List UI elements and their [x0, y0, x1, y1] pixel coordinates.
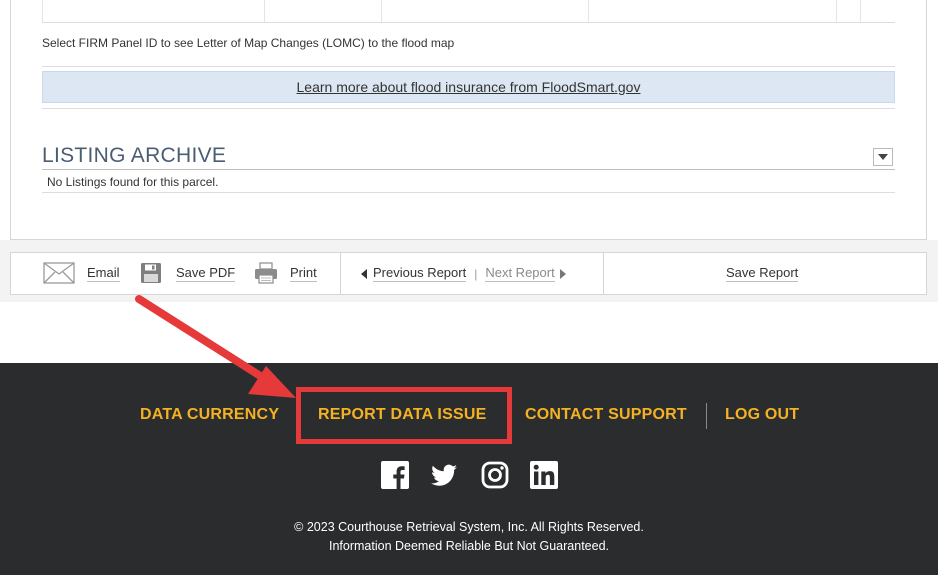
divider: [42, 192, 895, 193]
instagram-icon[interactable]: [481, 461, 509, 489]
print-label: Print: [290, 264, 317, 282]
floppy-disk-icon: [141, 263, 161, 283]
envelope-icon: [43, 262, 75, 284]
toolbar-divider: [603, 253, 604, 294]
chevron-down-icon: [878, 154, 888, 160]
save-pdf-button[interactable]: Save PDF: [140, 262, 236, 284]
disclaimer-line: Information Deemed Reliable But Not Guar…: [328, 539, 610, 553]
printer-icon: [255, 262, 277, 284]
save-report-button[interactable]: Save Report: [726, 265, 799, 282]
report-pager: Previous Report | Next Report: [361, 265, 566, 282]
facebook-icon[interactable]: [381, 461, 409, 489]
next-report-link[interactable]: Next Report: [485, 265, 555, 282]
listing-archive-toggle[interactable]: [873, 148, 893, 166]
site-footer: DATA CURRENCY REPORT DATA ISSUE CONTACT …: [0, 363, 938, 575]
email-button[interactable]: Email: [43, 262, 120, 284]
floodsmart-banner: Learn more about flood insurance from Fl…: [42, 71, 895, 103]
report-toolbar: Email Save PDF Print Previous Report | N…: [10, 252, 927, 295]
divider: [42, 22, 895, 23]
previous-report-link[interactable]: Previous Report: [373, 265, 467, 282]
footer-link-report-data-issue[interactable]: REPORT DATA ISSUE: [318, 406, 486, 424]
toolbar-divider: [340, 253, 341, 294]
save-pdf-label: Save PDF: [176, 264, 236, 282]
floodsmart-link[interactable]: Learn more about flood insurance from Fl…: [297, 79, 641, 95]
copyright-text: © 2023 Courthouse Retrieval System, Inc.…: [0, 518, 938, 556]
footer-link-contact-support[interactable]: CONTACT SUPPORT: [525, 406, 687, 424]
footer-link-data-currency[interactable]: DATA CURRENCY: [140, 406, 279, 424]
divider: [42, 169, 895, 170]
footer-link-log-out[interactable]: LOG OUT: [725, 406, 799, 424]
linkedin-icon[interactable]: [530, 461, 558, 489]
copyright-line: © 2023 Courthouse Retrieval System, Inc.…: [294, 520, 644, 534]
lomc-instruction: Select FIRM Panel ID to see Letter of Ma…: [42, 36, 455, 50]
listing-archive-title: LISTING ARCHIVE: [42, 144, 227, 167]
email-label: Email: [87, 264, 120, 282]
twitter-icon[interactable]: [430, 461, 458, 489]
table-row-fragment: [42, 0, 895, 22]
pager-separator: |: [474, 266, 478, 281]
no-listings-message: No Listings found for this parcel.: [47, 175, 219, 189]
divider: [42, 108, 895, 109]
footer-divider: [706, 403, 707, 429]
chevron-left-icon: [361, 268, 367, 279]
print-button[interactable]: Print: [254, 262, 317, 284]
chevron-right-icon: [559, 268, 566, 279]
report-toolbar-area: Email Save PDF Print Previous Report | N…: [0, 240, 938, 302]
divider: [42, 66, 895, 67]
